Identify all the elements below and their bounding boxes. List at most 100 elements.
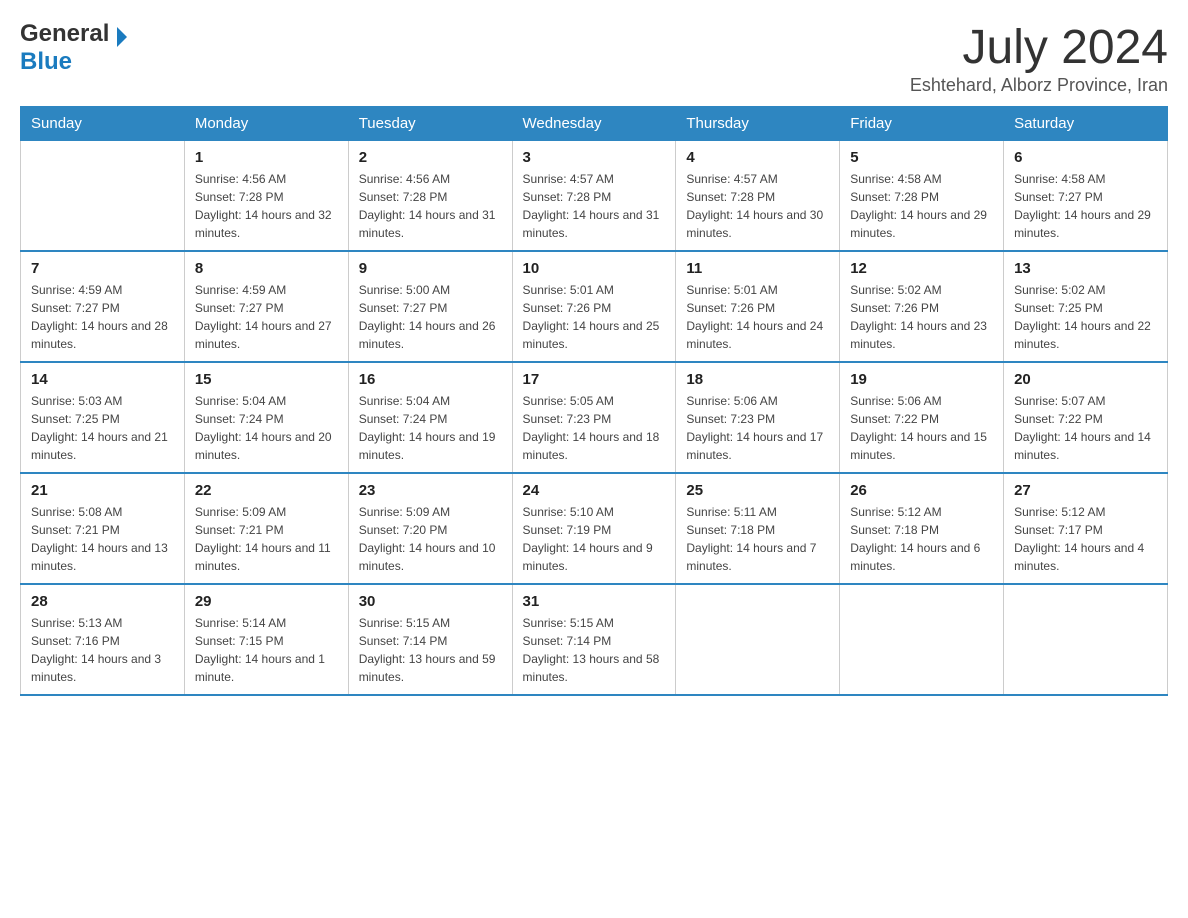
calendar-cell: 8 Sunrise: 4:59 AMSunset: 7:27 PMDaylight… xyxy=(184,251,348,362)
calendar-cell: 15Sunrise: 5:04 AMSunset: 7:24 PMDayligh… xyxy=(184,362,348,473)
calendar-cell xyxy=(840,584,1004,695)
calendar-header-tuesday: Tuesday xyxy=(348,107,512,141)
calendar-cell: 2Sunrise: 4:56 AMSunset: 7:28 PMDaylight… xyxy=(348,141,512,252)
day-info: Sunrise: 5:11 AMSunset: 7:18 PMDaylight:… xyxy=(686,503,829,575)
logo-triangle-icon xyxy=(117,27,137,47)
calendar-cell: 28 Sunrise: 5:13 AMSunset: 7:16 PMDayligh… xyxy=(21,584,185,695)
day-info: Sunrise: 5:08 AMSunset: 7:21 PMDaylight:… xyxy=(31,503,174,575)
day-number: 8 xyxy=(195,260,338,277)
day-info: Sunrise: 4:59 AMSunset: 7:27 PMDaylight:… xyxy=(195,281,338,353)
day-number: 19 xyxy=(850,371,993,388)
day-number: 17 xyxy=(523,371,666,388)
day-number: 25 xyxy=(686,482,829,499)
calendar-cell: 31 Sunrise: 5:15 AMSunset: 7:14 PMDayligh… xyxy=(512,584,676,695)
day-number: 11 xyxy=(686,260,829,277)
calendar-cell: 27Sunrise: 5:12 AMSunset: 7:17 PMDayligh… xyxy=(1004,473,1168,584)
day-number: 20 xyxy=(1014,371,1157,388)
calendar-week-row: 28 Sunrise: 5:13 AMSunset: 7:16 PMDayligh… xyxy=(21,584,1168,695)
calendar-cell: 14Sunrise: 5:03 AMSunset: 7:25 PMDayligh… xyxy=(21,362,185,473)
day-info: Sunrise: 5:15 AMSunset: 7:14 PMDaylight:… xyxy=(523,614,666,686)
calendar-cell: 25 Sunrise: 5:11 AMSunset: 7:18 PMDayligh… xyxy=(676,473,840,584)
day-number: 23 xyxy=(359,482,502,499)
calendar-cell: 19 Sunrise: 5:06 AMSunset: 7:22 PMDayligh… xyxy=(840,362,1004,473)
calendar-header-friday: Friday xyxy=(840,107,1004,141)
calendar-header-row: SundayMondayTuesdayWednesdayThursdayFrid… xyxy=(21,107,1168,141)
day-number: 3 xyxy=(523,149,666,166)
calendar-cell: 18 Sunrise: 5:06 AMSunset: 7:23 PMDayligh… xyxy=(676,362,840,473)
day-number: 22 xyxy=(195,482,338,499)
day-number: 4 xyxy=(686,149,829,166)
calendar-week-row: 21Sunrise: 5:08 AMSunset: 7:21 PMDayligh… xyxy=(21,473,1168,584)
day-info: Sunrise: 5:02 AMSunset: 7:25 PMDaylight:… xyxy=(1014,281,1157,353)
calendar-header-wednesday: Wednesday xyxy=(512,107,676,141)
logo-text-general: General xyxy=(20,20,109,48)
calendar-cell xyxy=(1004,584,1168,695)
day-number: 5 xyxy=(850,149,993,166)
day-info: Sunrise: 5:05 AMSunset: 7:23 PMDaylight:… xyxy=(523,392,666,464)
day-number: 12 xyxy=(850,260,993,277)
day-number: 18 xyxy=(686,371,829,388)
day-number: 1 xyxy=(195,149,338,166)
day-number: 31 xyxy=(523,593,666,610)
day-number: 6 xyxy=(1014,149,1157,166)
day-info: Sunrise: 5:07 AMSunset: 7:22 PMDaylight:… xyxy=(1014,392,1157,464)
day-info: Sunrise: 5:09 AMSunset: 7:20 PMDaylight:… xyxy=(359,503,502,575)
day-number: 9 xyxy=(359,260,502,277)
calendar-week-row: 7 Sunrise: 4:59 AMSunset: 7:27 PMDaylight… xyxy=(21,251,1168,362)
day-info: Sunrise: 5:06 AMSunset: 7:22 PMDaylight:… xyxy=(850,392,993,464)
day-number: 2 xyxy=(359,149,502,166)
day-info: Sunrise: 5:00 AMSunset: 7:27 PMDaylight:… xyxy=(359,281,502,353)
day-info: Sunrise: 5:04 AMSunset: 7:24 PMDaylight:… xyxy=(195,392,338,464)
calendar-cell xyxy=(676,584,840,695)
day-info: Sunrise: 4:58 AMSunset: 7:28 PMDaylight:… xyxy=(850,170,993,242)
calendar-cell: 4 Sunrise: 4:57 AMSunset: 7:28 PMDaylight… xyxy=(676,141,840,252)
calendar-cell: 22Sunrise: 5:09 AMSunset: 7:21 PMDayligh… xyxy=(184,473,348,584)
day-info: Sunrise: 4:58 AMSunset: 7:27 PMDaylight:… xyxy=(1014,170,1157,242)
calendar-cell: 21Sunrise: 5:08 AMSunset: 7:21 PMDayligh… xyxy=(21,473,185,584)
calendar-header-thursday: Thursday xyxy=(676,107,840,141)
calendar-week-row: 1 Sunrise: 4:56 AMSunset: 7:28 PMDaylight… xyxy=(21,141,1168,252)
month-title: July 2024 xyxy=(910,20,1168,75)
day-info: Sunrise: 4:56 AMSunset: 7:28 PMDaylight:… xyxy=(195,170,338,242)
calendar-cell: 30 Sunrise: 5:15 AMSunset: 7:14 PMDayligh… xyxy=(348,584,512,695)
day-number: 10 xyxy=(523,260,666,277)
calendar-cell: 11 Sunrise: 5:01 AMSunset: 7:26 PMDayligh… xyxy=(676,251,840,362)
day-number: 16 xyxy=(359,371,502,388)
day-number: 26 xyxy=(850,482,993,499)
calendar-table: SundayMondayTuesdayWednesdayThursdayFrid… xyxy=(20,106,1168,696)
day-number: 30 xyxy=(359,593,502,610)
calendar-cell xyxy=(21,141,185,252)
title-section: July 2024 Eshtehard, Alborz Province, Ir… xyxy=(910,20,1168,96)
location-subtitle: Eshtehard, Alborz Province, Iran xyxy=(910,75,1168,96)
day-number: 24 xyxy=(523,482,666,499)
day-info: Sunrise: 4:57 AMSunset: 7:28 PMDaylight:… xyxy=(686,170,829,242)
day-number: 13 xyxy=(1014,260,1157,277)
calendar-cell: 10 Sunrise: 5:01 AMSunset: 7:26 PMDayligh… xyxy=(512,251,676,362)
day-info: Sunrise: 5:13 AMSunset: 7:16 PMDaylight:… xyxy=(31,614,174,686)
page-header: General Blue July 2024 Eshtehard, Alborz… xyxy=(20,20,1168,96)
logo-text-blue: Blue xyxy=(20,48,197,76)
day-info: Sunrise: 5:14 AMSunset: 7:15 PMDaylight:… xyxy=(195,614,338,686)
day-info: Sunrise: 5:15 AMSunset: 7:14 PMDaylight:… xyxy=(359,614,502,686)
day-number: 28 xyxy=(31,593,174,610)
day-number: 7 xyxy=(31,260,174,277)
calendar-header-monday: Monday xyxy=(184,107,348,141)
day-number: 29 xyxy=(195,593,338,610)
day-info: Sunrise: 5:01 AMSunset: 7:26 PMDaylight:… xyxy=(686,281,829,353)
calendar-cell: 23 Sunrise: 5:09 AMSunset: 7:20 PMDayligh… xyxy=(348,473,512,584)
calendar-cell: 24 Sunrise: 5:10 AMSunset: 7:19 PMDayligh… xyxy=(512,473,676,584)
day-info: Sunrise: 5:01 AMSunset: 7:26 PMDaylight:… xyxy=(523,281,666,353)
calendar-cell: 5 Sunrise: 4:58 AMSunset: 7:28 PMDaylight… xyxy=(840,141,1004,252)
logo: General Blue xyxy=(20,20,197,76)
calendar-header-saturday: Saturday xyxy=(1004,107,1168,141)
day-info: Sunrise: 5:10 AMSunset: 7:19 PMDaylight:… xyxy=(523,503,666,575)
day-info: Sunrise: 5:06 AMSunset: 7:23 PMDaylight:… xyxy=(686,392,829,464)
calendar-cell: 12Sunrise: 5:02 AMSunset: 7:26 PMDayligh… xyxy=(840,251,1004,362)
calendar-week-row: 14Sunrise: 5:03 AMSunset: 7:25 PMDayligh… xyxy=(21,362,1168,473)
calendar-header-sunday: Sunday xyxy=(21,107,185,141)
calendar-cell: 1 Sunrise: 4:56 AMSunset: 7:28 PMDaylight… xyxy=(184,141,348,252)
day-info: Sunrise: 4:59 AMSunset: 7:27 PMDaylight:… xyxy=(31,281,174,353)
calendar-cell: 13 Sunrise: 5:02 AMSunset: 7:25 PMDayligh… xyxy=(1004,251,1168,362)
calendar-cell: 16Sunrise: 5:04 AMSunset: 7:24 PMDayligh… xyxy=(348,362,512,473)
day-info: Sunrise: 5:12 AMSunset: 7:18 PMDaylight:… xyxy=(850,503,993,575)
